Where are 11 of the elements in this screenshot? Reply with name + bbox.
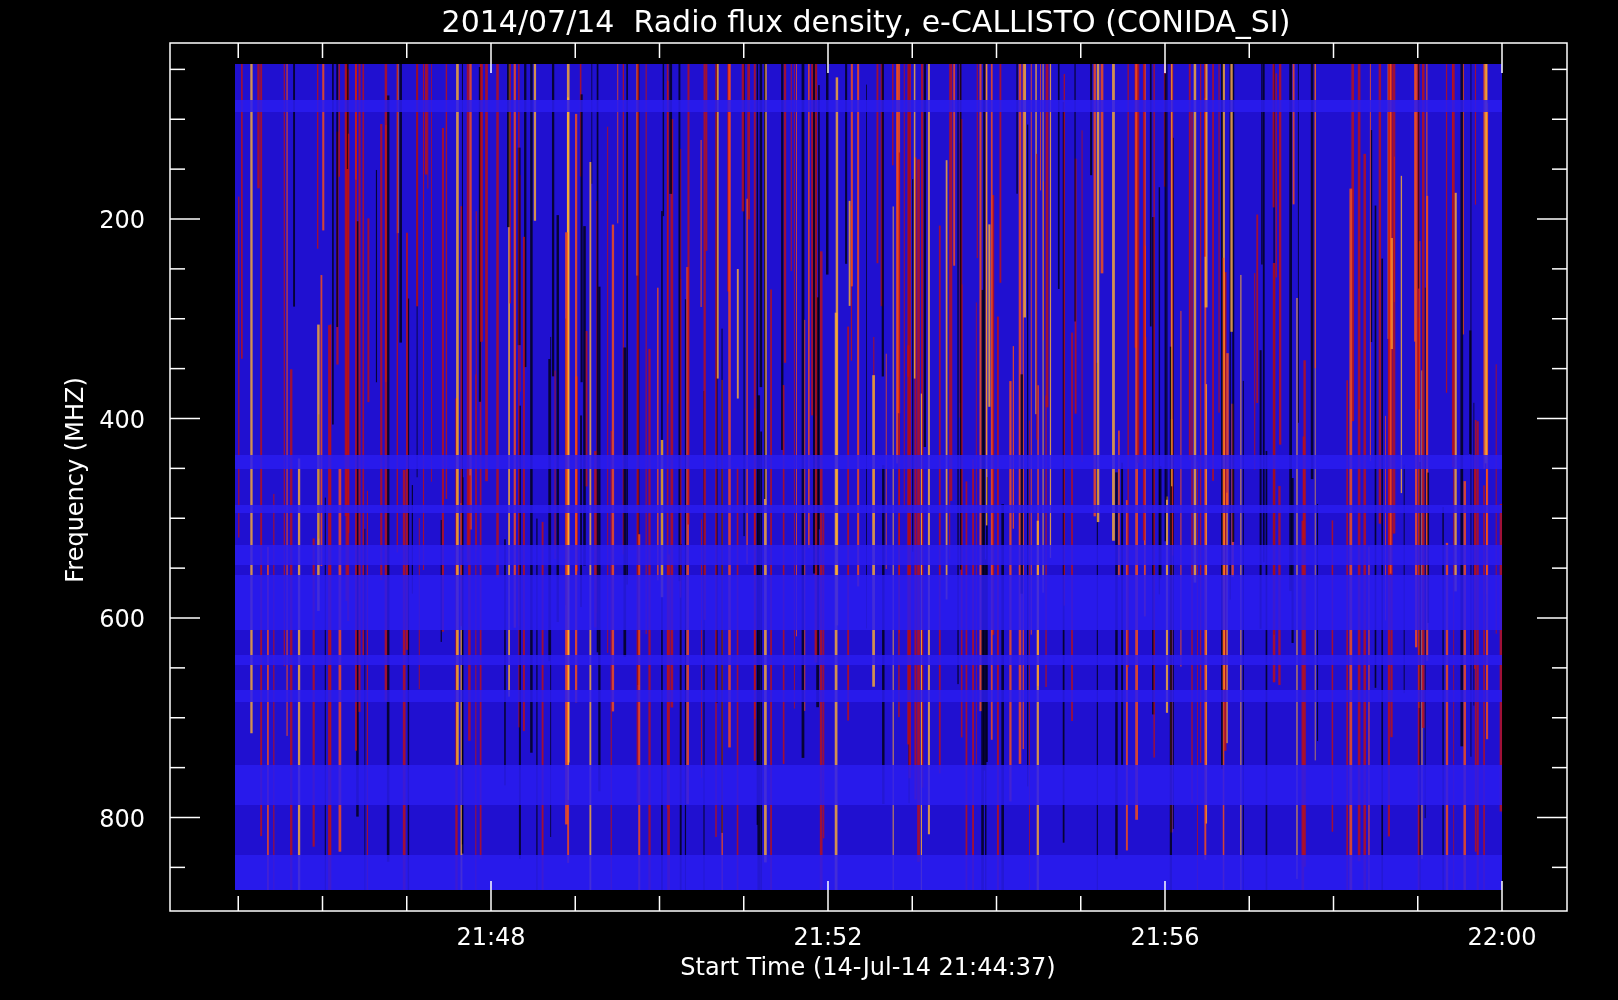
- x-tick-label: 21:52: [793, 923, 863, 951]
- x-tick-label: 21:56: [1130, 923, 1200, 951]
- x-tick-label: 22:00: [1467, 923, 1537, 951]
- chart-title: 2014/07/14 Radio flux density, e-CALLISTO (CONIDA_SI): [441, 4, 1291, 39]
- y-tick-label: 800: [99, 804, 145, 833]
- y-axis-label: Frequency (MHZ): [61, 377, 89, 583]
- y-tick-label: 400: [99, 405, 145, 434]
- x-tick-label: 21:48: [456, 923, 526, 951]
- y-tick-label: 200: [99, 206, 145, 234]
- x-axis-label: Start Time (14-Jul-14 21:44:37): [680, 953, 1056, 981]
- y-tick-label: 600: [99, 605, 145, 633]
